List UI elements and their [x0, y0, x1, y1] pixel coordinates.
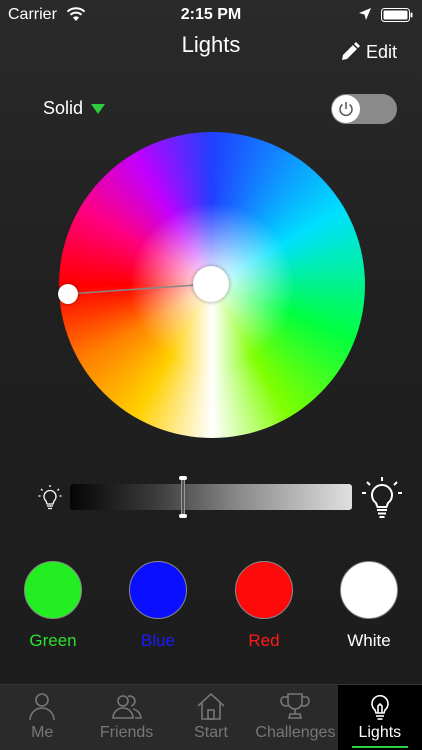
person-icon: [29, 693, 56, 721]
preset-label: Red: [248, 631, 280, 650]
status-bar: Carrier 2:15 PM: [0, 0, 422, 30]
mode-label: Solid: [43, 98, 84, 118]
power-icon: [339, 102, 353, 117]
location-icon: [359, 8, 371, 20]
tab-challenges[interactable]: Challenges: [253, 685, 337, 750]
tab-me[interactable]: Me: [0, 685, 84, 750]
tab-bar: Me Friends Start Challenges Lights: [0, 684, 422, 750]
preset-swatch: [129, 561, 187, 619]
preset-label: White: [347, 631, 391, 650]
tab-label: Challenges: [255, 724, 336, 741]
brightness-slider[interactable]: [70, 484, 352, 510]
dim-bulb-icon: [38, 485, 62, 510]
edit-label: Edit: [366, 41, 398, 62]
tab-label: Me: [31, 724, 54, 741]
color-wheel-center[interactable]: [193, 266, 229, 302]
preset-swatch: [235, 561, 293, 619]
power-toggle[interactable]: [331, 94, 397, 124]
preset-label: Blue: [140, 631, 176, 650]
color-picker-handle[interactable]: [58, 284, 78, 304]
preset-swatch: [24, 561, 82, 619]
battery-icon: [381, 8, 413, 22]
tab-label: Friends: [99, 724, 154, 741]
friends-icon: [111, 695, 142, 719]
lightbulb-icon: [371, 695, 389, 720]
tab-start[interactable]: Start: [169, 685, 253, 750]
preset-white[interactable]: White: [339, 561, 399, 650]
toggle-knob: [332, 95, 360, 123]
preset-blue[interactable]: Blue: [128, 561, 188, 650]
home-icon: [197, 692, 225, 720]
tab-lights[interactable]: Lights: [337, 685, 422, 750]
mode-dropdown[interactable]: Solid: [43, 98, 106, 119]
brightness-thumb[interactable]: [178, 476, 187, 518]
tab-label: Lights: [358, 724, 402, 741]
pencil-icon: [342, 42, 360, 60]
tab-friends[interactable]: Friends: [84, 685, 168, 750]
edit-button[interactable]: Edit: [340, 38, 397, 66]
dropdown-triangle-icon: [91, 103, 106, 114]
preset-label: Green: [29, 631, 77, 650]
bright-bulb-icon: [362, 477, 402, 518]
preset-green[interactable]: Green: [23, 561, 83, 650]
trophy-icon: [280, 693, 311, 719]
preset-red[interactable]: Red: [234, 561, 294, 650]
preset-swatch: [340, 561, 398, 619]
tab-label: Start: [194, 724, 228, 741]
